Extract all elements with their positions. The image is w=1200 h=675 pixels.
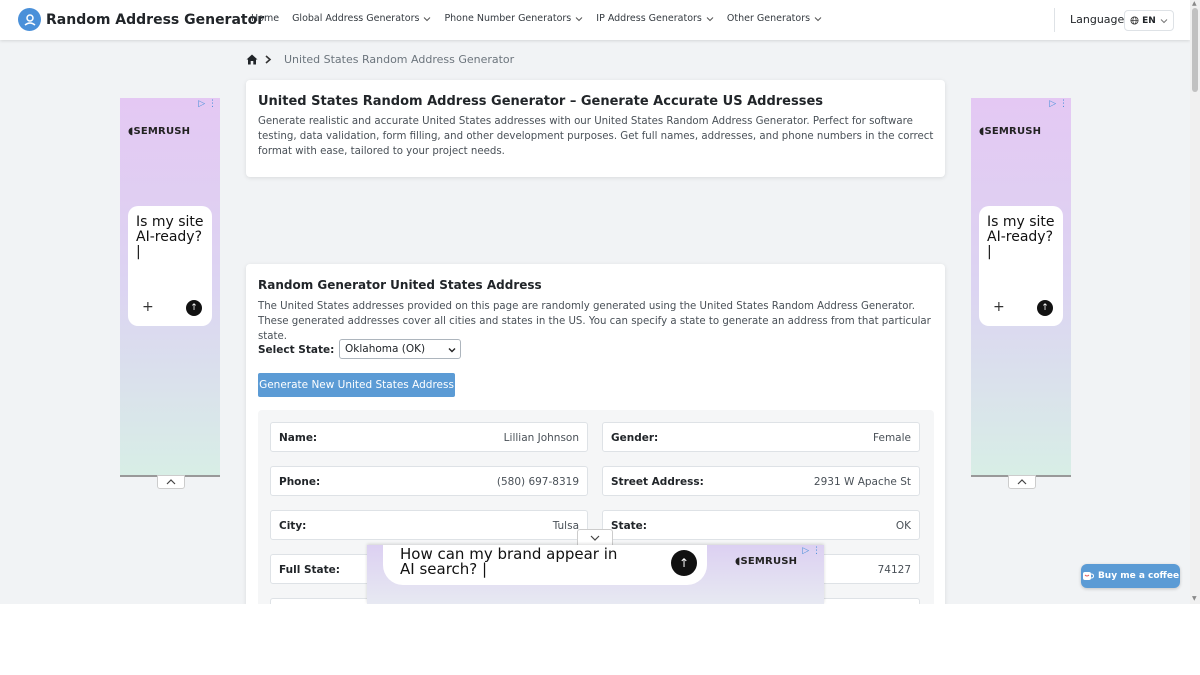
arrow-up-icon[interactable]: ↑ <box>186 300 202 316</box>
language-label: Language <box>1070 13 1125 26</box>
nav-global-address-generators[interactable]: Global Address Generators <box>292 13 431 24</box>
gender-value: Female <box>873 432 911 444</box>
ad-text: Is my site AI-ready? | <box>136 214 204 260</box>
bottom-ad-banner[interactable]: How can my brand appear in AI search? | … <box>367 545 824 604</box>
scroll-thumb[interactable] <box>1192 8 1198 92</box>
bottom-ad-toggle[interactable] <box>577 529 613 546</box>
gender-field[interactable]: Gender: Female <box>602 422 920 452</box>
coffee-cup-icon <box>1082 572 1094 580</box>
home-icon[interactable] <box>246 54 258 65</box>
state-value: OK <box>895 520 911 532</box>
breadcrumb-current: United States Random Address Generator <box>284 53 515 66</box>
state-select[interactable]: Oklahoma (OK) <box>339 339 461 359</box>
chevron-down-icon <box>1160 18 1168 23</box>
left-ad-banner[interactable]: ▷ ⋮ ◖SEMRUSH Is my site AI-ready? | + ↑ <box>120 98 220 489</box>
ad-bubble[interactable]: Is my site AI-ready? | + ↑ <box>128 206 212 326</box>
nav-global-label: Global Address Generators <box>292 13 420 24</box>
location-pin-icon <box>18 8 41 31</box>
breadcrumb: United States Random Address Generator <box>246 53 514 66</box>
phone-label: Phone: <box>279 476 321 488</box>
nav-phone-number-generators[interactable]: Phone Number Generators <box>444 13 583 24</box>
ad-collapse-button[interactable] <box>1008 475 1036 489</box>
chevron-down-icon <box>814 16 822 21</box>
buy-me-a-coffee-button[interactable]: Buy me a coffee <box>1081 564 1180 588</box>
intro-description: Generate realistic and accurate United S… <box>258 116 934 157</box>
state-select-value: Oklahoma (OK) <box>345 343 426 355</box>
chevron-down-icon <box>590 535 600 541</box>
top-navbar: Random Address Generator Home Global Add… <box>0 0 1190 40</box>
ad-pill[interactable]: How can my brand appear in AI search? | … <box>383 545 707 585</box>
nav-other-generators[interactable]: Other Generators <box>727 13 822 24</box>
state-field[interactable]: State: OK <box>602 510 920 540</box>
page-viewport: Random Address Generator Home Global Add… <box>0 0 1190 604</box>
generator-title: Random Generator United States Address <box>258 278 542 292</box>
nav-other-label: Other Generators <box>726 13 811 24</box>
arrow-up-icon[interactable]: ↑ <box>1037 300 1053 316</box>
intro-card: United States Random Address Generator –… <box>246 80 945 177</box>
city-field[interactable]: City: Tulsa <box>270 510 588 540</box>
ad-text: Is my site AI-ready? | <box>987 214 1055 260</box>
state-label: State: <box>611 520 648 532</box>
scroll-down-icon[interactable]: ▼ <box>1192 595 1197 602</box>
language-select[interactable]: EN <box>1124 10 1174 31</box>
site-logo[interactable]: Random Address Generator <box>18 8 264 31</box>
ad-bubble[interactable]: Is my site AI-ready? | + ↑ <box>979 206 1063 326</box>
street-address-label: Street Address: <box>611 476 704 488</box>
nav-home[interactable]: Home <box>251 13 279 24</box>
chevron-down-icon <box>424 16 431 21</box>
city-label: City: <box>279 520 307 532</box>
globe-icon <box>1130 16 1139 25</box>
nav-home-label: Home <box>251 13 280 24</box>
full-state-label: Full State: <box>279 564 340 576</box>
name-field[interactable]: Name: Lillian Johnson <box>270 422 588 452</box>
semrush-logo: ◖SEMRUSH <box>979 126 1042 137</box>
chevron-up-icon <box>1017 479 1027 485</box>
language-value: EN <box>1142 15 1156 26</box>
chevron-up-icon <box>166 479 176 485</box>
zip-value: 74127 <box>877 564 911 576</box>
chevron-right-icon <box>265 55 272 64</box>
generator-description: The United States addresses provided on … <box>258 301 931 342</box>
phone-field[interactable]: Phone: (580) 697-8319 <box>270 466 588 496</box>
ad-collapse-button[interactable] <box>157 475 185 489</box>
adchoices-icon[interactable]: ▷ ⋮ <box>198 99 217 109</box>
nav-phone-label: Phone Number Generators <box>444 13 572 24</box>
chevron-down-icon <box>575 16 583 21</box>
semrush-logo: ◖SEMRUSH <box>128 126 191 137</box>
street-address-field[interactable]: Street Address: 2931 W Apache St <box>602 466 920 496</box>
gender-label: Gender: <box>611 432 659 444</box>
chevron-down-icon <box>706 16 714 21</box>
page-title: United States Random Address Generator –… <box>258 94 824 109</box>
scroll-up-icon[interactable]: ▲ <box>1192 0 1197 7</box>
arrow-up-icon[interactable]: ↑ <box>671 550 697 576</box>
adchoices-icon[interactable]: ▷ ⋮ <box>802 546 821 556</box>
street-address-value: 2931 W Apache St <box>813 476 911 488</box>
brand-name[interactable]: Random Address Generator <box>46 12 264 28</box>
name-value: Lillian Johnson <box>503 432 579 444</box>
coffee-label: Buy me a coffee <box>1097 571 1180 581</box>
phone-value: (580) 697-8319 <box>496 476 579 488</box>
chevron-down-icon <box>448 348 456 353</box>
name-label: Name: <box>279 432 318 444</box>
nav-ip-label: IP Address Generators <box>596 13 702 24</box>
nav-divider <box>1054 8 1055 32</box>
plus-icon[interactable]: + <box>142 299 154 315</box>
nav-ip-address-generators[interactable]: IP Address Generators <box>596 13 714 24</box>
plus-icon[interactable]: + <box>993 299 1005 315</box>
page-scrollbar[interactable]: ▲ ▼ <box>1190 0 1200 604</box>
city-value: Tulsa <box>552 520 579 532</box>
semrush-logo: ◖SEMRUSH <box>735 556 798 567</box>
generate-address-button[interactable]: Generate New United States Address <box>258 373 455 397</box>
adchoices-icon[interactable]: ▷ ⋮ <box>1049 99 1068 109</box>
state-select-label: Select State: <box>258 344 335 356</box>
right-ad-banner[interactable]: ▷ ⋮ ◖SEMRUSH Is my site AI-ready? | + ↑ <box>971 98 1071 489</box>
main-nav: Home Global Address Generators Phone Num… <box>251 13 835 24</box>
ad-text: How can my brand appear in AI search? | <box>400 545 618 578</box>
